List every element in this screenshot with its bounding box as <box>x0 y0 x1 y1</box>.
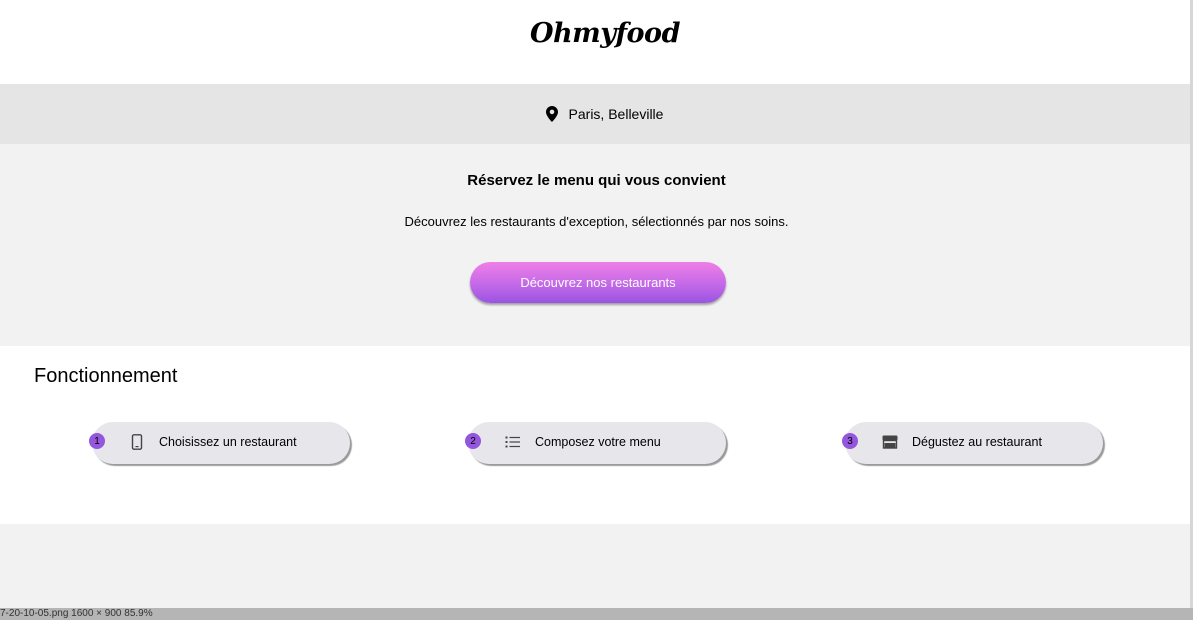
viewer-status-bar: 7-20-10-05.png 1600 × 900 85.9% <box>0 608 1193 620</box>
location-text: Paris, Belleville <box>568 106 664 122</box>
location-bar: Paris, Belleville <box>0 84 1193 144</box>
hero-section: Réservez le menu qui vous convient Décou… <box>0 144 1193 346</box>
list-icon <box>505 434 521 450</box>
step-number-badge: 3 <box>842 433 858 449</box>
map-pin-icon <box>545 106 558 122</box>
how-it-works-section: Fonctionnement 1 Choisissez un restauran… <box>0 346 1193 524</box>
step-card-compose-menu: 2 Composez votre menu <box>465 422 726 464</box>
hero-subtitle: Découvrez les restaurants d'exception, s… <box>404 214 789 229</box>
site-header: Ohmyfood <box>0 0 1193 84</box>
mobile-phone-icon <box>129 434 145 450</box>
step-number-badge: 1 <box>89 433 105 449</box>
step-label: Composez votre menu <box>535 435 661 449</box>
hero-title: Réservez le menu qui vous convient <box>467 172 726 189</box>
step-label: Dégustez au restaurant <box>912 435 1042 449</box>
store-icon <box>882 434 898 450</box>
step-card-taste: 3 Dégustez au restaurant <box>842 422 1103 464</box>
step-label: Choisissez un restaurant <box>159 435 297 449</box>
step-card-choose-restaurant: 1 Choisissez un restaurant <box>89 422 350 464</box>
step-number-badge: 2 <box>465 433 481 449</box>
site-logo[interactable]: Ohmyfood <box>530 18 680 49</box>
discover-restaurants-button[interactable]: Découvrez nos restaurants <box>470 262 726 303</box>
page: Ohmyfood Paris, Belleville Réservez le m… <box>0 0 1193 620</box>
section-title: Fonctionnement <box>34 365 178 387</box>
